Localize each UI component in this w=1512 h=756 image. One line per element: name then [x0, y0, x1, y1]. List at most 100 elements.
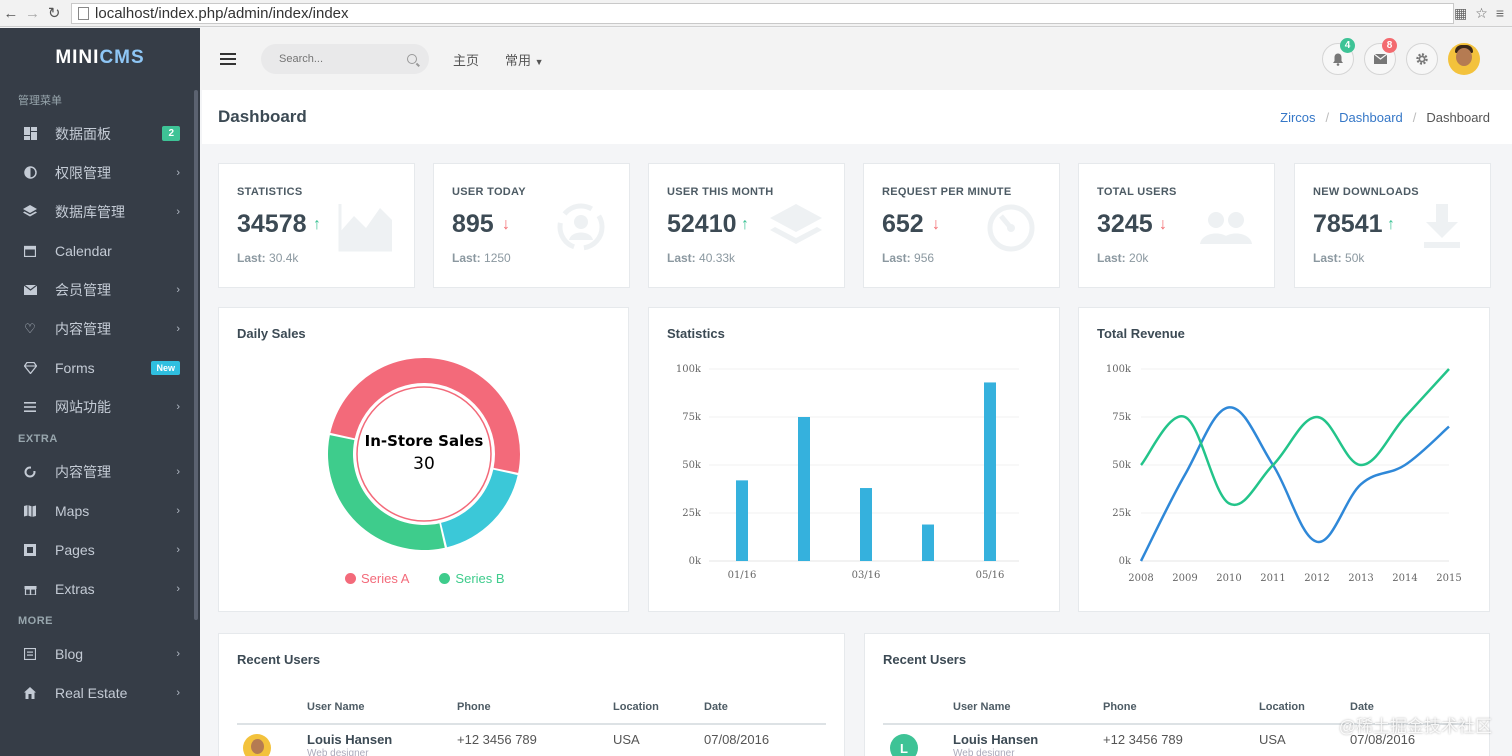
messages-button[interactable]: 8: [1364, 38, 1397, 75]
chevron-right-icon: ›: [176, 504, 180, 517]
y-tick-label: 0k: [689, 556, 702, 567]
sidebar-item-content[interactable]: ♡ 内容管理 ›: [0, 309, 200, 348]
user-phone: +12 3456 789: [1103, 732, 1183, 747]
breadcrumb-link[interactable]: Dashboard: [1339, 110, 1403, 125]
chevron-right-icon: ›: [176, 400, 180, 413]
series-line-1[interactable]: [1139, 406, 1450, 562]
column-header[interactable]: Phone: [1103, 701, 1137, 713]
legend-item-series-a[interactable]: Series A: [345, 571, 409, 586]
sidebar-item-label: 内容管理: [55, 320, 111, 337]
message-count-badge: 8: [1382, 38, 1397, 53]
sidebar-item-database[interactable]: 数据库管理 ›: [0, 192, 200, 231]
column-header[interactable]: User Name: [307, 701, 364, 713]
column-header[interactable]: Location: [613, 701, 659, 713]
chevron-right-icon: ›: [176, 322, 180, 335]
breadcrumb: Zircos / Dashboard / Dashboard: [1280, 109, 1490, 125]
chevron-right-icon: ›: [176, 686, 180, 699]
table-row[interactable]: Louis Hansen Web designer +12 3456 789 U…: [237, 732, 826, 756]
bar[interactable]: [984, 382, 996, 561]
stat-value: 3245: [1097, 210, 1153, 238]
y-tick-label: 50k: [682, 460, 702, 471]
chevron-right-icon: ›: [176, 543, 180, 556]
stat-title: REQUEST PER MINUTE: [882, 186, 1012, 198]
map-icon: [22, 503, 38, 519]
sidebar-item-forms[interactable]: Forms New: [0, 348, 200, 387]
menu-icon[interactable]: ≡: [1496, 5, 1504, 22]
gear-icon: [1416, 53, 1428, 65]
forward-icon[interactable]: →: [22, 5, 44, 22]
table-header: User Name Phone Location Date: [237, 701, 826, 725]
layers-icon: [770, 204, 822, 244]
y-tick-label: 50k: [1112, 460, 1132, 471]
nav-common-dropdown[interactable]: 常用 ▼: [505, 50, 544, 69]
arrow-up-icon: ↑: [1387, 216, 1395, 233]
download-icon: [1424, 204, 1460, 248]
sidebar-item-real-estate[interactable]: Real Estate ›: [0, 673, 200, 712]
user-role: Web designer: [953, 748, 1015, 756]
menu-toggle-icon[interactable]: [220, 53, 236, 65]
gift-icon: [22, 581, 38, 597]
bookmark-star-icon[interactable]: ☆: [1475, 5, 1488, 22]
search-icon[interactable]: [407, 54, 417, 64]
breadcrumb-link[interactable]: Zircos: [1280, 110, 1315, 125]
search-box[interactable]: [261, 44, 429, 74]
x-tick-label: 03/16: [852, 570, 881, 581]
address-bar[interactable]: localhost/index.php/admin/index/index: [71, 2, 1455, 24]
bar[interactable]: [860, 488, 872, 561]
reload-icon[interactable]: ↻: [43, 4, 65, 22]
settings-button[interactable]: [1406, 43, 1438, 75]
y-tick-label: 25k: [682, 508, 702, 519]
area-chart-icon: [338, 204, 392, 252]
column-header[interactable]: Date: [704, 701, 728, 713]
bar[interactable]: [736, 480, 748, 561]
sidebar-item-blog[interactable]: Blog ›: [0, 634, 200, 673]
column-header[interactable]: User Name: [953, 701, 1010, 713]
legend-item-series-b[interactable]: Series B: [439, 571, 505, 586]
bar[interactable]: [922, 524, 934, 561]
stat-last: Last: 30.4k: [237, 251, 299, 265]
bar[interactable]: [798, 417, 810, 561]
nav-home-link[interactable]: 主页: [453, 50, 479, 69]
arrow-up-icon: ↑: [741, 216, 749, 233]
sidebar-item-maps[interactable]: Maps ›: [0, 491, 200, 530]
stat-value: 34578: [237, 210, 307, 238]
back-icon[interactable]: ←: [0, 5, 22, 22]
logo[interactable]: MINI CMS: [0, 28, 200, 88]
stat-last: Last: 40.33k: [667, 251, 736, 265]
translate-icon[interactable]: ▦: [1454, 5, 1467, 22]
donut-slice[interactable]: [441, 469, 518, 548]
series-line-2[interactable]: [1140, 368, 1450, 507]
watermark: @稀土掘金技术社区: [1338, 717, 1492, 736]
x-tick-label: 2009: [1172, 573, 1197, 584]
sidebar-item-calendar[interactable]: Calendar: [0, 231, 200, 270]
statistics-panel: Statistics 0k 25k 50k 75k 100k 01/16 03/16 05/1…: [648, 307, 1060, 612]
stat-value: 652: [882, 210, 924, 238]
notifications-button[interactable]: 4: [1322, 38, 1355, 75]
legend-dot: [345, 573, 356, 584]
sidebar-item-permissions[interactable]: 权限管理 ›: [0, 153, 200, 192]
logo-text-mini: MINI: [55, 47, 100, 68]
page-title: Dashboard: [218, 107, 307, 126]
stat-last: Last: 20k: [1097, 251, 1149, 265]
column-header[interactable]: Phone: [457, 701, 491, 713]
x-tick-label: 01/16: [728, 570, 757, 581]
notification-count-badge: 4: [1340, 38, 1355, 53]
sidebar-item-pages[interactable]: Pages ›: [0, 530, 200, 569]
search-input[interactable]: [279, 53, 399, 65]
sidebar-item-content-extra[interactable]: 内容管理 ›: [0, 452, 200, 491]
home-icon: [22, 685, 38, 701]
chart-legend: Series A Series B: [345, 571, 505, 586]
chevron-right-icon: ›: [176, 166, 180, 179]
sidebar-item-members[interactable]: 会员管理 ›: [0, 270, 200, 309]
sidebar-scrollbar[interactable]: [194, 90, 198, 620]
sidebar-item-extras[interactable]: Extras ›: [0, 569, 200, 608]
donut-slice[interactable]: [328, 435, 445, 550]
sidebar-item-label: Blog: [55, 645, 84, 662]
sidebar-item-label: Real Estate: [55, 684, 128, 701]
user-avatar[interactable]: [1448, 43, 1480, 75]
legend-label: Series B: [455, 571, 505, 586]
column-header[interactable]: Location: [1259, 701, 1305, 713]
chevron-right-icon: ›: [176, 205, 180, 218]
sidebar-item-site-features[interactable]: 网站功能 ›: [0, 387, 200, 426]
sidebar-item-dashboard[interactable]: 数据面板 2: [0, 114, 200, 153]
